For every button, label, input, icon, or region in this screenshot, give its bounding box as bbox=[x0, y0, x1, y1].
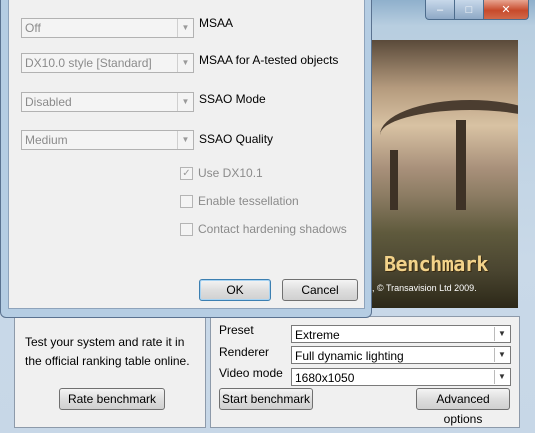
rate-benchmark-button[interactable]: Rate benchmark bbox=[59, 388, 165, 410]
bridge-pillar bbox=[456, 120, 466, 210]
advanced-options-button[interactable]: Advanced options bbox=[416, 388, 510, 426]
ssao-mode-label: SSAO Mode bbox=[199, 92, 266, 106]
chevron-down-icon: ▼ bbox=[177, 93, 193, 111]
chevron-down-icon: ▼ bbox=[177, 131, 193, 149]
contact-hardening-shadows-label: Contact hardening shadows bbox=[198, 222, 347, 236]
enable-tessellation-label: Enable tessellation bbox=[198, 194, 299, 208]
renderer-value: Full dynamic lighting bbox=[295, 349, 404, 363]
banner-copyright: rld, © Transavision Ltd 2009. bbox=[362, 283, 477, 293]
check-icon: ✓ bbox=[180, 166, 193, 180]
benchmark-banner-image: Benchmark rld, © Transavision Ltd 2009. bbox=[360, 40, 518, 308]
chevron-down-icon: ▼ bbox=[177, 54, 193, 72]
chevron-down-icon: ▼ bbox=[177, 19, 193, 37]
ssao-quality-label: SSAO Quality bbox=[199, 132, 274, 146]
bridge-graphic bbox=[380, 100, 518, 170]
ssao-quality-select[interactable]: Medium ▼ bbox=[21, 130, 194, 150]
close-button[interactable]: ✕ bbox=[484, 0, 529, 20]
ssao-mode-select[interactable]: Disabled ▼ bbox=[21, 92, 194, 112]
dialog-client-area: Off ▼ MSAA DX10.0 style [Standard] ▼ MSA… bbox=[8, 0, 365, 309]
minimize-button[interactable]: – bbox=[425, 0, 455, 20]
checkbox-box bbox=[180, 222, 193, 236]
ssao-mode-value: Disabled bbox=[25, 95, 72, 109]
advanced-options-dialog: Off ▼ MSAA DX10.0 style [Standard] ▼ MSA… bbox=[0, 0, 372, 318]
renderer-select[interactable]: Full dynamic lighting ▼ bbox=[291, 346, 511, 364]
video-mode-value: 1680x1050 bbox=[295, 371, 355, 385]
start-benchmark-button[interactable]: Start benchmark bbox=[219, 388, 313, 410]
msaa-value: Off bbox=[25, 21, 41, 35]
cancel-button[interactable]: Cancel bbox=[282, 279, 358, 301]
msaa-atested-value: DX10.0 style [Standard] bbox=[25, 56, 152, 70]
chevron-down-icon: ▼ bbox=[494, 327, 509, 341]
banner-title: Benchmark bbox=[384, 252, 488, 276]
chevron-down-icon: ▼ bbox=[494, 370, 509, 384]
renderer-label: Renderer bbox=[219, 345, 270, 359]
msaa-atested-label: MSAA for A-tested objects bbox=[199, 53, 339, 67]
video-mode-label: Video mode bbox=[219, 366, 283, 380]
msaa-select[interactable]: Off ▼ bbox=[21, 18, 194, 38]
chevron-down-icon: ▼ bbox=[494, 348, 509, 362]
video-mode-select[interactable]: 1680x1050 ▼ bbox=[291, 368, 511, 386]
rate-description: Test your system and rate it in the offi… bbox=[25, 335, 190, 368]
window-controls: – □ ✕ bbox=[425, 0, 529, 20]
preset-value: Extreme bbox=[295, 328, 340, 342]
msaa-atested-select[interactable]: DX10.0 style [Standard] ▼ bbox=[21, 53, 194, 73]
ok-button[interactable]: OK bbox=[199, 279, 271, 301]
rate-panel: Test your system and rate it in the offi… bbox=[14, 316, 206, 428]
checkbox-box bbox=[180, 194, 193, 208]
use-dx101-label: Use DX10.1 bbox=[198, 166, 263, 180]
maximize-button[interactable]: □ bbox=[455, 0, 484, 20]
contact-hardening-shadows-checkbox[interactable]: Contact hardening shadows bbox=[180, 222, 347, 236]
ssao-quality-value: Medium bbox=[25, 133, 68, 147]
msaa-label: MSAA bbox=[199, 16, 234, 30]
enable-tessellation-checkbox[interactable]: Enable tessellation bbox=[180, 194, 299, 208]
preset-select[interactable]: Extreme ▼ bbox=[291, 325, 511, 343]
bridge-pillar bbox=[390, 150, 398, 210]
preset-label: Preset bbox=[219, 323, 254, 337]
use-dx101-checkbox[interactable]: ✓ Use DX10.1 bbox=[180, 166, 263, 180]
benchmark-settings-panel: Preset Extreme ▼ Renderer Full dynamic l… bbox=[210, 316, 520, 428]
